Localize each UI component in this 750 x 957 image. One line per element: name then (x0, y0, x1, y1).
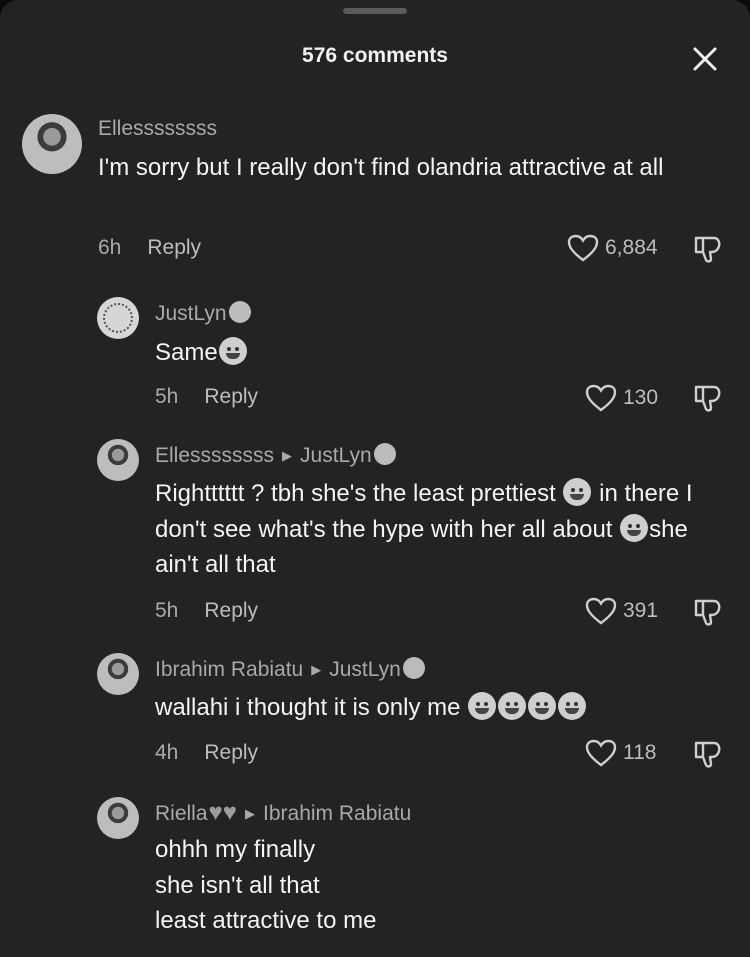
person-shrugging-emoji-icon (620, 513, 649, 542)
reply-arrow-icon: ▶ (282, 448, 293, 463)
like-button[interactable]: 6,884 (567, 234, 658, 262)
tears-of-joy-emoji-icon (558, 692, 587, 720)
like-count: 130 (623, 386, 659, 409)
comment-username[interactable]: Riella♥♥ ▶ Ibrahim Rabiatu (155, 799, 411, 827)
heart-outline-icon (567, 234, 599, 262)
like-button[interactable]: 118 (585, 739, 656, 767)
reply-arrow-icon: ▶ (245, 806, 256, 821)
comment-time: 4h (155, 741, 179, 764)
like-count: 391 (623, 599, 659, 622)
comment-username[interactable]: Ellessssssss ▶ JustLyn (155, 443, 396, 468)
avatar[interactable] (97, 653, 139, 695)
comment-meta: 4h Reply (155, 741, 258, 765)
heart-outline-icon (585, 597, 617, 625)
sneezing-face-emoji-icon (563, 478, 592, 506)
reply-arrow-icon: ▶ (311, 662, 322, 677)
comment-text: Rightttttt ? tbh she's the least prettie… (155, 478, 693, 578)
tears-of-joy-emoji-icon (468, 692, 497, 720)
smirk-emoji-icon (218, 337, 247, 365)
comment-time: 6h (98, 236, 122, 259)
comment-meta: 6h Reply (98, 236, 201, 260)
thumbs-down-icon[interactable] (692, 382, 724, 414)
tears-of-joy-emoji-icon (498, 692, 527, 720)
like-button[interactable]: 130 (585, 384, 658, 412)
reply-to-username[interactable]: Ibrahim Rabiatu (263, 802, 411, 825)
smiling-hearts-emoji-icon (402, 657, 425, 679)
comment-meta: 5h Reply (155, 385, 258, 409)
comment-text: I'm sorry but I really don't find olandr… (98, 154, 664, 181)
comment-username[interactable]: Ibrahim Rabiatu ▶ JustLyn (155, 657, 425, 682)
close-icon[interactable] (686, 40, 724, 78)
comments-count-title: 576 comments (302, 44, 448, 67)
reply-to-username[interactable]: JustLyn (329, 658, 401, 681)
comment-username[interactable]: Ellessssssss (98, 117, 217, 141)
like-count: 118 (623, 741, 657, 764)
heart-outline-icon (585, 384, 617, 412)
avatar[interactable] (97, 439, 139, 481)
avatar[interactable] (97, 297, 139, 339)
comment-time: 5h (155, 385, 179, 408)
thumbs-down-icon[interactable] (692, 738, 724, 770)
comment-time: 5h (155, 599, 179, 622)
comment-meta: 5h Reply (155, 599, 258, 623)
thumbs-down-icon[interactable] (692, 596, 724, 628)
reply-button[interactable]: Reply (204, 741, 258, 764)
avatar[interactable] (22, 114, 82, 174)
heart-outline-icon (585, 739, 617, 767)
smiling-hearts-emoji-icon (373, 443, 396, 465)
avatar[interactable] (97, 797, 139, 839)
like-button[interactable]: 391 (585, 597, 658, 625)
tears-of-joy-emoji-icon (528, 692, 557, 720)
comment-text: wallahi i thought it is only me (155, 690, 587, 726)
smiling-hearts-emoji-icon (228, 301, 251, 323)
drag-handle[interactable] (343, 8, 407, 14)
comment-text: ohhh my finally she isn't all that least… (155, 836, 377, 934)
thumbs-down-icon[interactable] (692, 233, 724, 265)
reply-button[interactable]: Reply (204, 385, 258, 408)
grey-heart-icon: ♥♥ (208, 799, 238, 826)
reply-button[interactable]: Reply (147, 236, 201, 259)
like-count: 6,884 (605, 236, 658, 259)
comments-sheet: 576 comments Ellessssssss I'm sorry but … (0, 0, 750, 957)
comment-text: Same (155, 335, 248, 371)
reply-to-username[interactable]: JustLyn (300, 444, 372, 467)
comment-username[interactable]: JustLyn (155, 301, 251, 326)
reply-button[interactable]: Reply (204, 599, 258, 622)
